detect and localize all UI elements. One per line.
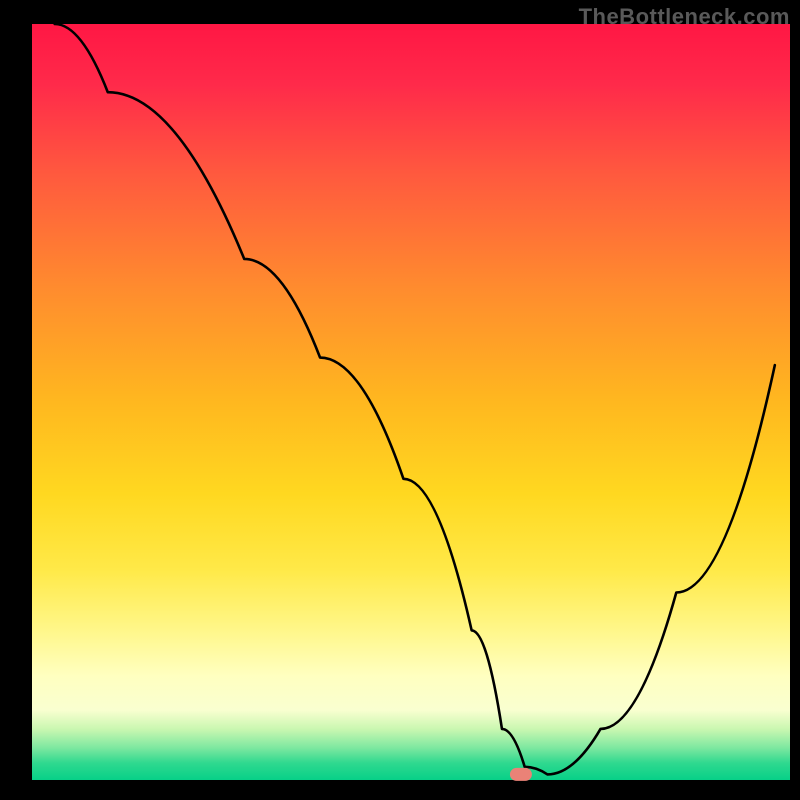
watermark-text: TheBottleneck.com bbox=[579, 4, 790, 30]
plot-background bbox=[32, 24, 790, 782]
optimal-marker bbox=[510, 768, 532, 781]
chart-container: TheBottleneck.com bbox=[0, 0, 800, 800]
bottleneck-chart bbox=[0, 0, 800, 800]
